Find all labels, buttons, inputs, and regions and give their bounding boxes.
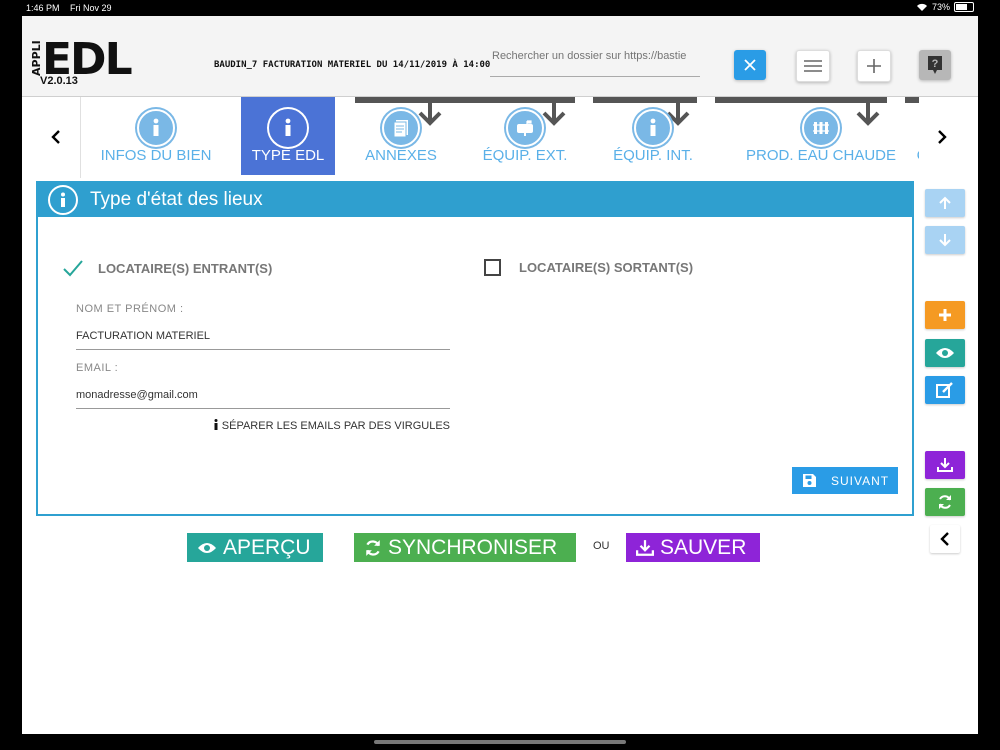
sauver-label: SAUVER [660, 535, 747, 559]
svg-text:?: ? [932, 58, 939, 70]
name-field[interactable]: FACTURATION MATERIEL [76, 330, 450, 350]
download-icon [636, 539, 654, 556]
info-icon [48, 185, 78, 215]
tab-equip-ext[interactable]: ÉQUIP. EXT. [465, 97, 585, 175]
option-label: LOCATAIRE(S) ENTRANT(S) [98, 260, 273, 276]
tab-label: PROD. EAU CHAUDE [745, 147, 897, 164]
mailbox-icon [506, 109, 544, 147]
side-add-button[interactable] [925, 301, 965, 329]
battery-icon [954, 2, 974, 12]
eye-icon [198, 542, 216, 553]
synchroniser-button[interactable]: SYNCHRONISER [354, 533, 576, 562]
suivant-label: SUIVANT [831, 473, 890, 488]
tab-strip: INFOS DU BIEN TYPE EDL ANNEXES ÉQUIP. EX… [80, 97, 919, 178]
tab-label: ANNEXES [365, 147, 437, 164]
side-edit-button[interactable] [925, 376, 965, 404]
clear-button[interactable] [734, 50, 766, 80]
chevron-left-icon [940, 532, 949, 546]
help-icon: ? [928, 56, 942, 74]
option-locataire-sortant[interactable]: LOCATAIRE(S) SORTANT(S) [484, 259, 693, 276]
move-up-button[interactable] [925, 189, 965, 217]
plus-icon [867, 59, 881, 73]
chevron-right-icon [938, 130, 947, 144]
tab-annexes[interactable]: ANNEXES [351, 97, 451, 175]
plus-icon [939, 309, 951, 321]
chevron-left-icon [51, 130, 60, 144]
panel-title: Type d'état des lieux [90, 189, 263, 210]
tab-label: ÉQUIP. EXT. [482, 147, 568, 164]
option-locataire-entrant[interactable]: LOCATAIRE(S) ENTRANT(S) [62, 259, 272, 277]
type-edl-panel: Type d'état des lieux LOCATAIRE(S) ENTRA… [36, 181, 914, 516]
apercu-label: APERÇU [223, 535, 311, 559]
checkbox[interactable] [484, 259, 501, 276]
tab-label: TYPE EDL [251, 147, 325, 164]
status-time: 1:46 PM [26, 3, 60, 13]
or-text: OU [593, 540, 610, 552]
info-icon [214, 419, 218, 430]
checkmark-icon [63, 260, 83, 277]
synchroniser-label: SYNCHRONISER [388, 535, 558, 559]
edit-icon [936, 382, 953, 398]
hamburger-icon [804, 60, 822, 72]
status-bar: 1:46 PM Fri Nov 29 73% [0, 0, 1000, 16]
search-box [490, 48, 704, 77]
tabs-prev-button[interactable] [46, 125, 66, 149]
status-date: Fri Nov 29 [70, 3, 112, 13]
collapse-sidebar-button[interactable] [930, 525, 960, 553]
tab-label: INFOS DU BIEN [100, 147, 212, 164]
folder-title: BAUDIN_7 FACTURATION MATERIEL DU 14/11/2… [214, 60, 491, 70]
search-input[interactable] [490, 48, 704, 64]
sync-icon [939, 495, 951, 509]
tab-label: C [907, 147, 919, 164]
close-icon [744, 59, 756, 71]
sauver-button[interactable]: SAUVER [626, 533, 760, 562]
save-icon [803, 474, 816, 487]
side-preview-button[interactable] [925, 339, 965, 367]
wifi-icon [916, 3, 927, 11]
option-label: LOCATAIRE(S) SORTANT(S) [519, 260, 694, 275]
menu-button[interactable] [796, 50, 830, 82]
info-icon [634, 109, 672, 147]
suivant-button[interactable]: SUIVANT [792, 467, 898, 494]
apercu-button[interactable]: APERÇU [187, 533, 323, 562]
section-tabs: INFOS DU BIEN TYPE EDL ANNEXES ÉQUIP. EX… [22, 97, 978, 178]
tab-next-partial[interactable]: C [907, 97, 919, 175]
app-screen: APPLI EDL V2.0.13 BAUDIN_7 FACTURATION M… [22, 16, 978, 734]
tabs-next-button[interactable] [932, 125, 952, 149]
hint-text: SÉPARER LES EMAILS PAR DES VIRGULES [221, 420, 450, 432]
app-version: V2.0.13 [40, 75, 78, 87]
radiator-icon [802, 109, 840, 147]
tab-type-edl[interactable]: TYPE EDL [241, 97, 335, 175]
tab-infos-du-bien[interactable]: INFOS DU BIEN [81, 97, 231, 175]
battery-percent: 73% [931, 2, 950, 12]
app-logo: APPLI EDL V2.0.13 [30, 34, 140, 88]
tab-label: ÉQUIP. INT. [613, 147, 693, 164]
info-icon [137, 109, 175, 147]
email-hint: SÉPARER LES EMAILS PAR DES VIRGULES [76, 419, 450, 432]
download-icon [937, 458, 953, 472]
top-bar: APPLI EDL V2.0.13 BAUDIN_7 FACTURATION M… [22, 16, 978, 97]
email-field[interactable]: monadresse@gmail.com [76, 389, 450, 409]
sync-icon [366, 539, 380, 556]
move-down-button[interactable] [925, 226, 965, 254]
eye-icon [936, 348, 954, 358]
add-button[interactable] [857, 50, 891, 82]
tab-prod-eau-chaude[interactable]: PROD. EAU CHAUDE [721, 97, 919, 175]
arrow-up-icon [939, 196, 951, 209]
panel-header: Type d'état des lieux [38, 183, 912, 217]
tab-equip-int[interactable]: ÉQUIP. INT. [593, 97, 713, 175]
help-button[interactable]: ? [919, 50, 951, 80]
status-right: 73% [916, 2, 974, 12]
email-label: EMAIL : [76, 362, 119, 374]
side-sync-button[interactable] [925, 488, 965, 516]
side-download-button[interactable] [925, 451, 965, 479]
name-label: NOM ET PRÉNOM : [76, 303, 184, 315]
home-indicator[interactable] [374, 740, 626, 744]
document-icon [382, 109, 420, 147]
info-icon [269, 109, 307, 147]
arrow-down-icon [939, 234, 951, 247]
